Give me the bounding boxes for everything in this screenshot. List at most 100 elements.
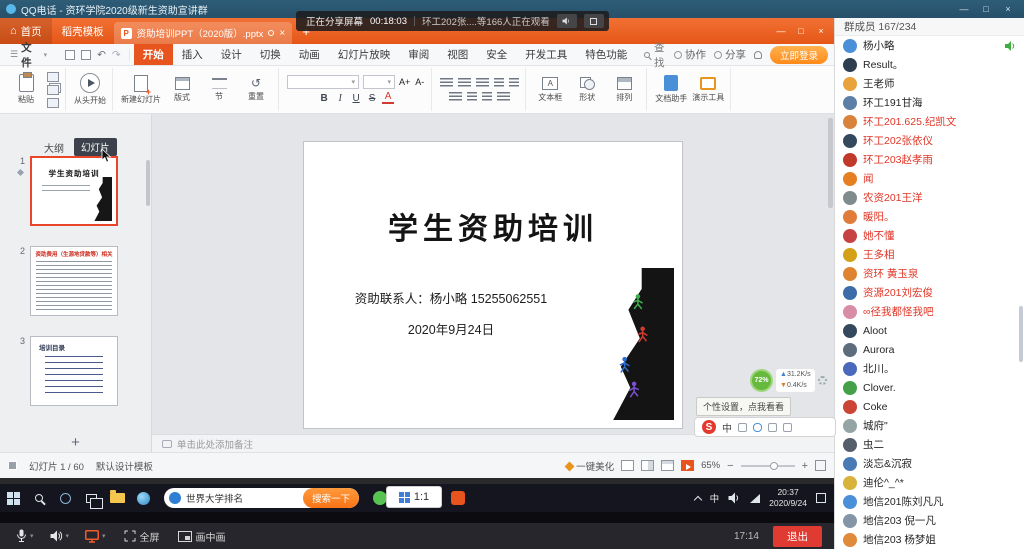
align-center-icon[interactable] xyxy=(458,78,471,88)
ime-toolbox-icon[interactable] xyxy=(783,423,792,432)
wps-maximize-icon[interactable]: □ xyxy=(792,23,810,39)
start-button[interactable] xyxy=(0,484,26,512)
close-icon[interactable]: × xyxy=(998,1,1018,17)
member-row[interactable]: Clover. xyxy=(835,378,1024,397)
wps-minimize-icon[interactable]: — xyxy=(772,23,790,39)
member-row[interactable]: 王老师 xyxy=(835,74,1024,93)
canvas-scrollbar[interactable] xyxy=(828,118,833,208)
wps-document-tab[interactable]: P 资助培训PPT（2020版）.pptx × xyxy=(114,22,293,44)
chevron-down-icon[interactable]: ▾ xyxy=(30,532,34,540)
format-button[interactable]: A xyxy=(382,92,394,104)
font-family-select[interactable]: ▾ xyxy=(287,75,359,89)
ribbon-tab[interactable]: 幻灯片放映 xyxy=(329,44,400,65)
current-slide[interactable]: 学生资助培训 资助联系人：杨小略 15255062551 2020年9月24日 xyxy=(304,142,682,428)
cut-icon[interactable] xyxy=(47,72,59,82)
ribbon-tab[interactable]: 安全 xyxy=(477,44,516,65)
ime-keyboard-icon[interactable] xyxy=(768,423,777,432)
indent-increase-icon[interactable] xyxy=(482,92,492,102)
member-row[interactable]: 迪伦^_^* xyxy=(835,473,1024,492)
file-menu-button[interactable]: ☰ 文件 ▾ xyxy=(0,40,57,70)
justify-icon[interactable] xyxy=(449,92,462,102)
input-method-indicator[interactable]: 中 xyxy=(710,491,720,505)
ime-emoji-icon[interactable] xyxy=(738,423,747,432)
grid-icon[interactable] xyxy=(8,461,17,470)
fullscreen-button[interactable]: 全屏 xyxy=(124,529,160,544)
cortana-button[interactable] xyxy=(52,484,78,512)
beautify-button[interactable]: 一键美化 xyxy=(566,459,614,473)
sorter-view-icon[interactable] xyxy=(641,460,654,471)
member-row[interactable]: 城府" xyxy=(835,416,1024,435)
tray-expand-icon[interactable] xyxy=(693,495,701,503)
banner-expand-button[interactable] xyxy=(584,14,604,28)
member-row[interactable]: 环工202张依仪 xyxy=(835,131,1024,150)
ime-toolbar[interactable]: S 中 xyxy=(694,417,836,437)
ribbon-tab[interactable]: 切换 xyxy=(251,44,290,65)
collab-button[interactable]: 协作 xyxy=(674,47,706,62)
zoom-slider-knob[interactable] xyxy=(770,462,778,470)
member-row[interactable]: Aurora xyxy=(835,340,1024,359)
present-tools-button[interactable]: 演示工具 xyxy=(692,77,724,103)
align-left-icon[interactable] xyxy=(440,78,453,88)
chevron-down-icon[interactable]: ▾ xyxy=(66,532,70,540)
slide-thumbnail-1[interactable]: 1 学生资助培训 xyxy=(0,156,151,226)
add-slide-button[interactable]: + xyxy=(71,436,80,450)
member-scrollbar[interactable] xyxy=(1019,306,1023,362)
action-center-icon[interactable] xyxy=(816,493,826,503)
mic-button[interactable]: ▾ xyxy=(16,529,34,543)
banner-sound-button[interactable] xyxy=(557,14,577,28)
format-button[interactable]: B xyxy=(318,93,330,104)
format-button[interactable]: S xyxy=(366,93,378,104)
numbering-icon[interactable] xyxy=(509,78,519,88)
tab-close-icon[interactable]: × xyxy=(279,28,285,39)
sogou-logo-icon[interactable]: S xyxy=(702,420,716,434)
member-row[interactable]: 虫二 xyxy=(835,435,1024,454)
thumbnail-scrollbar[interactable] xyxy=(146,160,150,206)
decrease-font-size-icon[interactable]: A- xyxy=(414,77,425,87)
slideshow-icon[interactable] xyxy=(681,460,694,471)
minimize-icon[interactable]: — xyxy=(954,1,974,17)
indent-decrease-icon[interactable] xyxy=(467,92,477,102)
increase-font-size-icon[interactable]: A+ xyxy=(399,77,410,87)
align-right-icon[interactable] xyxy=(476,78,489,88)
arrange-button[interactable]: 排列 xyxy=(608,77,640,103)
zoom-in-icon[interactable]: + xyxy=(802,460,808,472)
member-row[interactable]: 北川。 xyxy=(835,359,1024,378)
doc-assistant-button[interactable]: 文档助手 xyxy=(655,75,687,104)
gear-icon[interactable] xyxy=(818,376,827,385)
slide-thumbnail-3[interactable]: 3 培训目录 xyxy=(0,336,151,406)
ribbon-tab[interactable]: 开发工具 xyxy=(516,44,576,65)
browser-button[interactable] xyxy=(130,484,156,512)
wps-templates-tab[interactable]: 稻壳模板 xyxy=(52,18,114,44)
zoom-out-icon[interactable]: − xyxy=(727,460,733,472)
share-button[interactable]: 分享 xyxy=(714,47,746,62)
ime-mode-indicator[interactable]: 中 xyxy=(722,420,732,435)
member-row[interactable]: 农资201王洋 xyxy=(835,188,1024,207)
ribbon-tab[interactable]: 设计 xyxy=(212,44,251,65)
member-row[interactable]: ∞径我都怪我吧 xyxy=(835,302,1024,321)
ribbon-tab[interactable]: 开始 xyxy=(134,44,173,65)
member-row[interactable]: 环工203赵孝雨 xyxy=(835,150,1024,169)
font-size-select[interactable]: ▾ xyxy=(363,75,395,89)
line-spacing-icon[interactable] xyxy=(497,92,510,102)
format-button[interactable]: I xyxy=(334,93,346,104)
ribbon-tab[interactable]: 视图 xyxy=(438,44,477,65)
redo-icon[interactable]: ↷ xyxy=(112,49,121,61)
member-row[interactable]: 资环 黄玉泉 xyxy=(835,264,1024,283)
pip-button[interactable]: 画中画 xyxy=(178,529,226,544)
exit-button[interactable]: 退出 xyxy=(773,526,822,547)
member-row[interactable]: 资源201刘宏俊 xyxy=(835,283,1024,302)
network-monitor-badge[interactable]: 72% ▲31.2K/s ▼0.4K/s xyxy=(750,369,827,392)
member-row[interactable]: 淡忘&沉寂 xyxy=(835,454,1024,473)
undo-icon[interactable]: ↶ xyxy=(97,49,106,61)
fit-screen-icon[interactable] xyxy=(815,460,826,471)
new-slide-button[interactable]: 新建幻灯片 xyxy=(121,75,161,105)
network-icon[interactable] xyxy=(750,494,760,503)
member-row[interactable]: 地信203 杨梦姐 xyxy=(835,530,1024,549)
normal-view-icon[interactable] xyxy=(621,460,634,471)
zoom-slider[interactable] xyxy=(741,465,795,467)
textbox-button[interactable]: A 文本框 xyxy=(534,77,566,103)
member-row[interactable]: 闻 xyxy=(835,169,1024,188)
reading-view-icon[interactable] xyxy=(661,460,674,471)
paste-button[interactable]: 粘贴 xyxy=(10,74,42,105)
taskbar-search-box[interactable]: 世界大学排名 搜索一下 xyxy=(164,488,359,508)
